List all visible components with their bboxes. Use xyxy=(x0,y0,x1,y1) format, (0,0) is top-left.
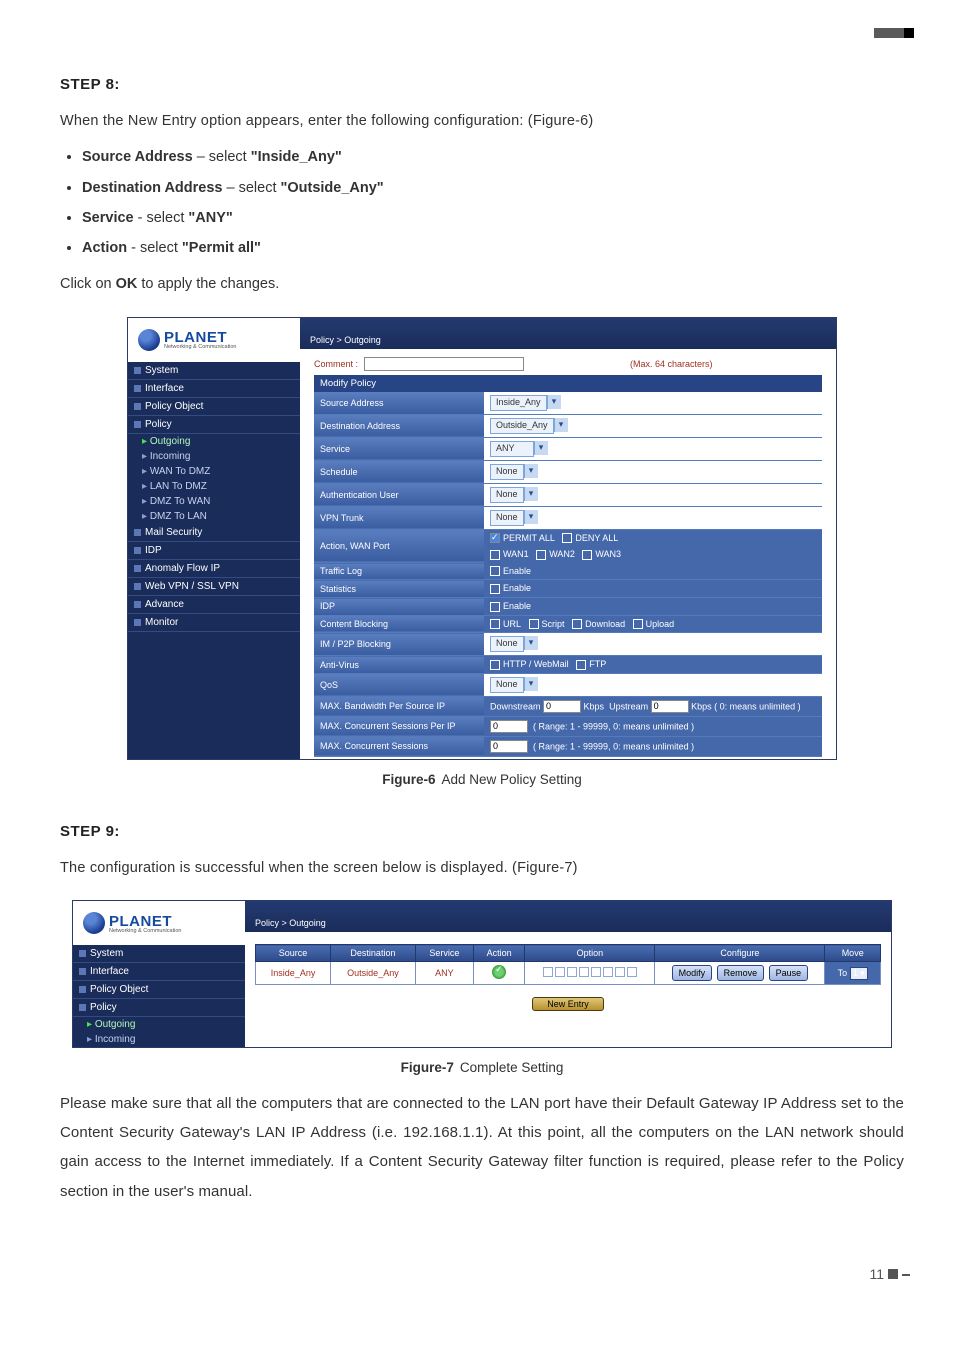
av-ftp-checkbox[interactable] xyxy=(576,660,586,670)
sidebar-item-interface[interactable]: Interface xyxy=(128,380,300,398)
bullet-source: Source Address – select "Inside_Any" xyxy=(82,143,904,171)
step9-title: STEP 9: xyxy=(60,823,904,840)
step8-intro: When the New Entry option appears, enter… xyxy=(60,107,904,135)
remove-button[interactable]: Remove xyxy=(717,965,765,981)
chevron-down-icon[interactable]: ▾ xyxy=(524,677,538,691)
figure-7-caption: Figure-7Complete Setting xyxy=(60,1060,904,1075)
p2p-select[interactable]: None xyxy=(490,636,524,652)
mcspi-input[interactable] xyxy=(490,720,528,733)
sidebar-item-mail-security[interactable]: Mail Security xyxy=(128,524,300,542)
dest-select[interactable]: Outside_Any xyxy=(490,418,554,434)
cb-upload-checkbox[interactable] xyxy=(633,619,643,629)
subnav-incoming[interactable]: ▸ Incoming xyxy=(128,449,300,464)
step9-text: The configuration is successful when the… xyxy=(60,854,904,882)
bullet-action: Action - select "Permit all" xyxy=(82,234,904,262)
permit-all-checkbox[interactable] xyxy=(490,533,500,543)
cb-download-checkbox[interactable] xyxy=(572,619,582,629)
logo: PLANETNetworking & Communication xyxy=(73,901,245,945)
new-entry-button[interactable]: New Entry xyxy=(532,997,604,1011)
wan2-checkbox[interactable] xyxy=(536,550,546,560)
sidebar-item-idp[interactable]: IDP xyxy=(128,542,300,560)
chevron-down-icon[interactable]: ▾ xyxy=(524,464,538,478)
subnav-dmz-to-wan[interactable]: ▸ DMZ To WAN xyxy=(128,494,300,509)
chevron-down-icon[interactable]: ▾ xyxy=(534,441,548,455)
page-corner-mark xyxy=(874,28,904,38)
sidebar-item-policy[interactable]: Policy xyxy=(73,999,245,1017)
bullet-service: Service - select "ANY" xyxy=(82,204,904,232)
sidebar-item-anomaly[interactable]: Anomaly Flow IP xyxy=(128,560,300,578)
modify-button[interactable]: Modify xyxy=(672,965,713,981)
stats-checkbox[interactable] xyxy=(490,584,500,594)
sidebar-item-policy-object[interactable]: Policy Object xyxy=(128,398,300,416)
figure-6: PLANET Networking & Communication System… xyxy=(127,317,837,760)
schedule-select[interactable]: None xyxy=(490,464,524,480)
figure-6-caption: Figure-6Add New Policy Setting xyxy=(60,772,904,787)
sidebar-item-interface[interactable]: Interface xyxy=(73,963,245,981)
breadcrumb: Policy > Outgoing xyxy=(245,901,891,932)
chevron-down-icon[interactable]: ▾ xyxy=(547,395,561,409)
final-paragraph: Please make sure that all the computers … xyxy=(60,1089,904,1205)
deny-all-checkbox[interactable] xyxy=(562,533,572,543)
action-permit-icon: ✓ xyxy=(492,965,506,979)
bw-down-input[interactable] xyxy=(543,700,581,713)
chevron-down-icon[interactable]: ▾ xyxy=(524,636,538,650)
comment-hint: (Max. 64 characters) xyxy=(630,359,713,369)
step8-closing: Click on OK to apply the changes. xyxy=(60,270,904,298)
sidebar: PLANET Networking & Communication System… xyxy=(128,318,300,759)
sidebar-item-policy[interactable]: Policy xyxy=(128,416,300,434)
service-select[interactable]: ANY xyxy=(490,441,534,457)
bullet-destination: Destination Address – select "Outside_An… xyxy=(82,174,904,202)
idp-checkbox[interactable] xyxy=(490,602,500,612)
sidebar-item-system[interactable]: System xyxy=(73,945,245,963)
subnav-lan-to-dmz[interactable]: ▸ LAN To DMZ xyxy=(128,479,300,494)
sidebar-f7: PLANETNetworking & Communication System … xyxy=(73,901,245,1047)
step8-bullets: Source Address – select "Inside_Any" Des… xyxy=(82,143,904,262)
qos-select[interactable]: None xyxy=(490,677,524,693)
wan1-checkbox[interactable] xyxy=(490,550,500,560)
chevron-down-icon[interactable]: ▾ xyxy=(524,510,538,524)
globe-icon xyxy=(83,912,105,934)
sidebar-item-monitor[interactable]: Monitor xyxy=(128,614,300,632)
sidebar-item-webvpn[interactable]: Web VPN / SSL VPN xyxy=(128,578,300,596)
auth-select[interactable]: None xyxy=(490,487,524,503)
figure-7: PLANETNetworking & Communication System … xyxy=(72,900,892,1048)
policy-list-table: SourceDestinationService ActionOption Co… xyxy=(255,944,881,985)
subnav-incoming[interactable]: ▸ Incoming xyxy=(73,1032,245,1047)
policy-form-table: Source AddressInside_Any▾ Destination Ad… xyxy=(314,392,822,757)
page-number: 11 xyxy=(60,1266,904,1282)
subnav-wan-to-dmz[interactable]: ▸ WAN To DMZ xyxy=(128,464,300,479)
wan3-checkbox[interactable] xyxy=(582,550,592,560)
option-boxes xyxy=(525,962,655,985)
move-select[interactable]: 1 ▾ xyxy=(850,967,868,980)
mcs-input[interactable] xyxy=(490,740,528,753)
sidebar-item-system[interactable]: System xyxy=(128,362,300,380)
subnav-outgoing[interactable]: ▸ Outgoing xyxy=(73,1017,245,1032)
cb-url-checkbox[interactable] xyxy=(490,619,500,629)
globe-icon xyxy=(138,329,160,351)
traffic-log-checkbox[interactable] xyxy=(490,566,500,576)
table-row: Inside_Any Outside_Any ANY ✓ Modify Remo… xyxy=(256,962,881,985)
subnav-dmz-to-lan[interactable]: ▸ DMZ To LAN xyxy=(128,509,300,524)
chevron-down-icon[interactable]: ▾ xyxy=(524,487,538,501)
chevron-down-icon[interactable]: ▾ xyxy=(554,418,568,432)
sidebar-item-advance[interactable]: Advance xyxy=(128,596,300,614)
breadcrumb: Policy > Outgoing xyxy=(300,318,836,349)
pause-button[interactable]: Pause xyxy=(769,965,809,981)
av-http-checkbox[interactable] xyxy=(490,660,500,670)
logo: PLANET Networking & Communication xyxy=(128,318,300,362)
comment-label: Comment : xyxy=(314,359,358,369)
bw-up-input[interactable] xyxy=(651,700,689,713)
vpn-select[interactable]: None xyxy=(490,510,524,526)
cb-script-checkbox[interactable] xyxy=(529,619,539,629)
sidebar-item-policy-object[interactable]: Policy Object xyxy=(73,981,245,999)
step8-title: STEP 8: xyxy=(60,76,904,93)
section-modify-policy: Modify Policy xyxy=(314,375,822,392)
source-select[interactable]: Inside_Any xyxy=(490,395,547,411)
subnav-outgoing[interactable]: ▸ Outgoing xyxy=(128,434,300,449)
comment-input[interactable] xyxy=(364,357,524,371)
